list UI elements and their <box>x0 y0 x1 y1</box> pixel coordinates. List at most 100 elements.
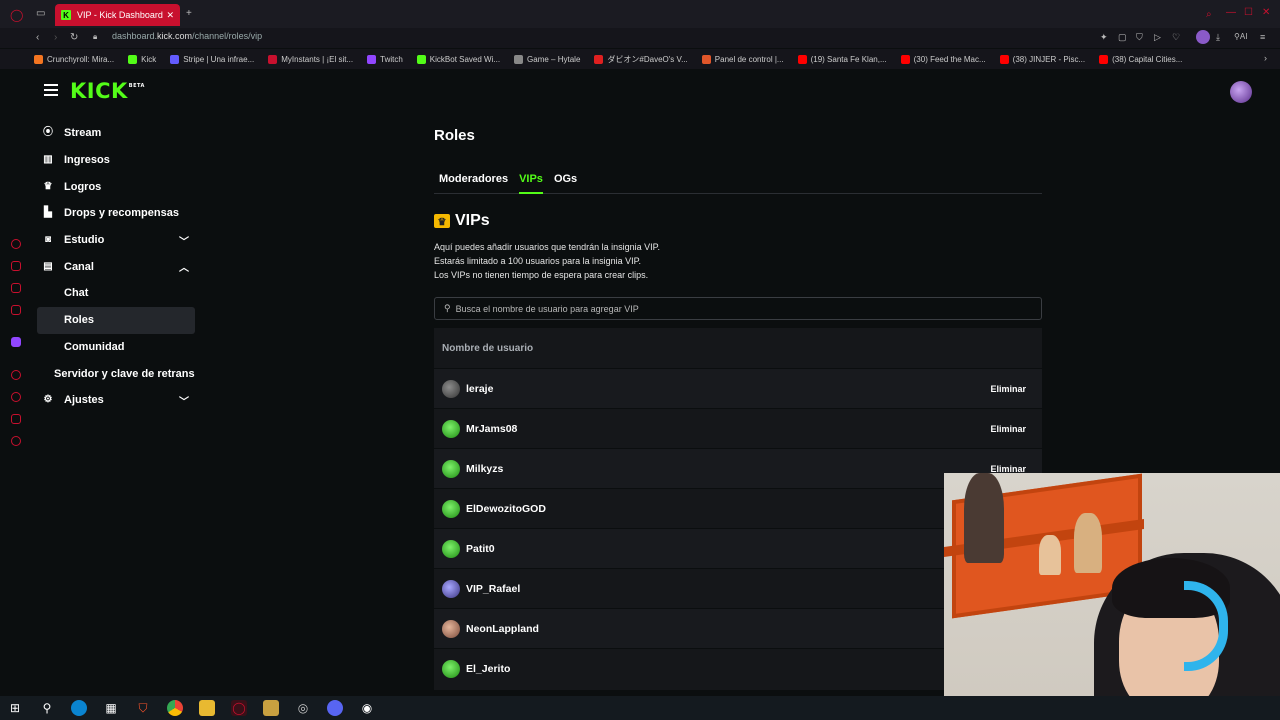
heart-icon[interactable]: ♡ <box>1172 32 1180 43</box>
pin-icon[interactable]: ✦ <box>1100 32 1108 43</box>
username[interactable]: VIP_Rafael <box>466 583 520 595</box>
browser-tab[interactable]: K VIP - Kick Dashboard ✕ <box>55 4 180 26</box>
section-heading: ♛ VIPs <box>434 212 490 230</box>
username[interactable]: El_Jerito <box>466 663 510 675</box>
play-icon[interactable]: ▷ <box>1154 32 1161 43</box>
username[interactable]: Patit0 <box>466 543 495 555</box>
trophy-icon: ♛ <box>43 180 53 192</box>
bookmarks-bar: Crunchyroll: Mira... Kick Stripe | Una inf… <box>0 49 1280 69</box>
file-explorer-icon[interactable] <box>199 700 215 716</box>
search-input[interactable] <box>455 303 1016 314</box>
nav-item-canal[interactable]: ▤ Canal ︿ <box>37 253 195 280</box>
steam-icon[interactable]: ◎ <box>295 700 311 716</box>
new-tab-icon[interactable]: + <box>186 8 192 19</box>
nav-item-stream[interactable]: ⦿ Stream <box>37 120 195 147</box>
bookmark-item[interactable]: Stripe | Una infrae... <box>170 54 254 64</box>
brave-icon[interactable]: ⛉ <box>135 700 151 716</box>
sidebar-twitch-icon[interactable] <box>11 337 21 347</box>
bookmark-icon <box>416 54 426 64</box>
forward-icon[interactable]: › <box>54 32 57 43</box>
tab-vips[interactable]: VIPs <box>519 172 543 194</box>
sidebar-instagram-icon[interactable] <box>11 305 21 315</box>
opera-icon[interactable]: ◯ <box>231 700 247 716</box>
username[interactable]: NeonLappland <box>466 623 539 635</box>
chart-icon: ▥ <box>43 154 53 166</box>
search-icon[interactable]: ⚲ <box>39 700 55 716</box>
menu-icon[interactable] <box>44 84 58 96</box>
nav-item-drops[interactable]: ▙ Drops y recompensas <box>37 200 195 227</box>
bookmarks-more-icon[interactable]: › <box>1264 53 1267 63</box>
bookmark-item[interactable]: Twitch <box>367 54 403 64</box>
url-prefix: dashboard. <box>112 31 158 41</box>
nav-item-servidor[interactable]: Servidor y clave de retrans <box>37 360 195 387</box>
nav-item-chat[interactable]: Chat <box>37 280 195 307</box>
bookmark-item[interactable]: Panel de control |... <box>701 54 784 64</box>
sidebar-messenger-icon[interactable] <box>11 239 21 249</box>
edge-icon[interactable] <box>71 700 87 716</box>
tab-moderadores[interactable]: Moderadores <box>439 172 508 194</box>
nav-item-logros[interactable]: ♛ Logros <box>37 173 195 200</box>
username[interactable]: ElDewozitoGOD <box>466 503 546 515</box>
bookmark-item[interactable]: (38) JINJER - Pisc... <box>999 54 1085 64</box>
bookmark-item[interactable]: MyInstants | ¡El sit... <box>268 54 354 64</box>
bookmark-icon <box>701 54 711 64</box>
nav-item-roles[interactable]: Roles <box>37 306 195 334</box>
bookmark-item[interactable]: Kick <box>128 54 156 64</box>
username[interactable]: MrJams08 <box>466 423 517 435</box>
url-path: /channel/roles/vip <box>192 31 263 41</box>
shield-icon[interactable]: ⛉ <box>1136 32 1143 43</box>
figure-statue <box>1074 513 1102 573</box>
sidebar-settings-icon[interactable] <box>11 436 21 446</box>
minimize-icon[interactable]: — <box>1226 7 1236 18</box>
figure-statue <box>1039 535 1061 575</box>
media-player-icon[interactable] <box>263 700 279 716</box>
search-box[interactable]: ⚲ <box>434 297 1042 320</box>
opera-logo-icon[interactable]: ◯ <box>10 8 23 22</box>
nav-item-ingresos[interactable]: ▥ Ingresos <box>37 147 195 174</box>
sidebar-history-icon[interactable] <box>11 392 21 402</box>
bookmark-label: MyInstants | ¡El sit... <box>281 54 354 64</box>
bookmark-item[interactable]: (38) Capital Cities... <box>1099 54 1182 64</box>
bookmark-item[interactable]: Game – Hytale <box>514 54 581 64</box>
remove-vip-button[interactable]: Eliminar <box>990 424 1026 434</box>
maximize-icon[interactable]: ☐ <box>1244 7 1253 18</box>
sidebar-chat-icon[interactable] <box>11 283 21 293</box>
search-tabs-icon[interactable]: ⌕ <box>1206 9 1212 20</box>
sidebar-extensions-icon[interactable] <box>11 414 21 424</box>
remove-vip-button[interactable]: Eliminar <box>990 464 1026 474</box>
kick-logo[interactable]: KICKBETA <box>70 79 145 103</box>
bookmark-item[interactable]: Crunchyroll: Mira... <box>34 54 114 64</box>
nav-item-comunidad[interactable]: Comunidad <box>37 334 195 361</box>
close-window-icon[interactable]: ✕ <box>1262 7 1270 18</box>
user-avatar[interactable] <box>1230 81 1252 103</box>
sidebar-clock-icon[interactable] <box>11 370 21 380</box>
close-tab-icon[interactable]: ✕ <box>166 10 174 21</box>
chrome-icon[interactable] <box>167 700 183 716</box>
bookmark-item[interactable]: ダビオン#DaveO's V... <box>594 54 688 65</box>
reload-icon[interactable]: ↻ <box>70 32 78 43</box>
bookmark-label: Game – Hytale <box>527 54 581 64</box>
aria-ai-icon[interactable]: ⚲AI <box>1234 32 1247 41</box>
username[interactable]: Milkyzs <box>466 463 503 475</box>
bookmark-label: Panel de control |... <box>714 54 784 64</box>
back-icon[interactable]: ‹ <box>36 32 39 43</box>
tab-ogs[interactable]: OGs <box>554 172 577 194</box>
remove-vip-button[interactable]: Eliminar <box>990 384 1026 394</box>
obs-icon[interactable]: ◉ <box>359 700 375 716</box>
store-icon[interactable]: ▦ <box>103 700 119 716</box>
username[interactable]: leraje <box>466 383 493 395</box>
url-text[interactable]: dashboard.kick.com/channel/roles/vip <box>112 31 262 41</box>
sidebar-shopping-icon[interactable] <box>11 261 21 271</box>
profile-avatar-icon[interactable] <box>1196 30 1210 44</box>
bookmark-item[interactable]: KickBot Saved Wi... <box>416 54 500 64</box>
tab-menu-icon[interactable]: ▭ <box>36 8 45 19</box>
windows-start-icon[interactable]: ⊞ <box>7 700 23 716</box>
easy-setup-icon[interactable]: ≡ <box>1260 32 1265 42</box>
nav-item-estudio[interactable]: ◙ Estudio ﹀ <box>37 227 195 254</box>
bookmark-item[interactable]: (30) Feed the Mac... <box>900 54 986 64</box>
download-icon[interactable]: ⤓ <box>1216 32 1220 43</box>
snapshot-icon[interactable]: ▢ <box>1118 32 1127 43</box>
bookmark-item[interactable]: (19) Santa Fe Klan,... <box>797 54 887 64</box>
nav-item-ajustes[interactable]: ⚙ Ajustes ﹀ <box>37 387 195 414</box>
discord-icon[interactable] <box>327 700 343 716</box>
